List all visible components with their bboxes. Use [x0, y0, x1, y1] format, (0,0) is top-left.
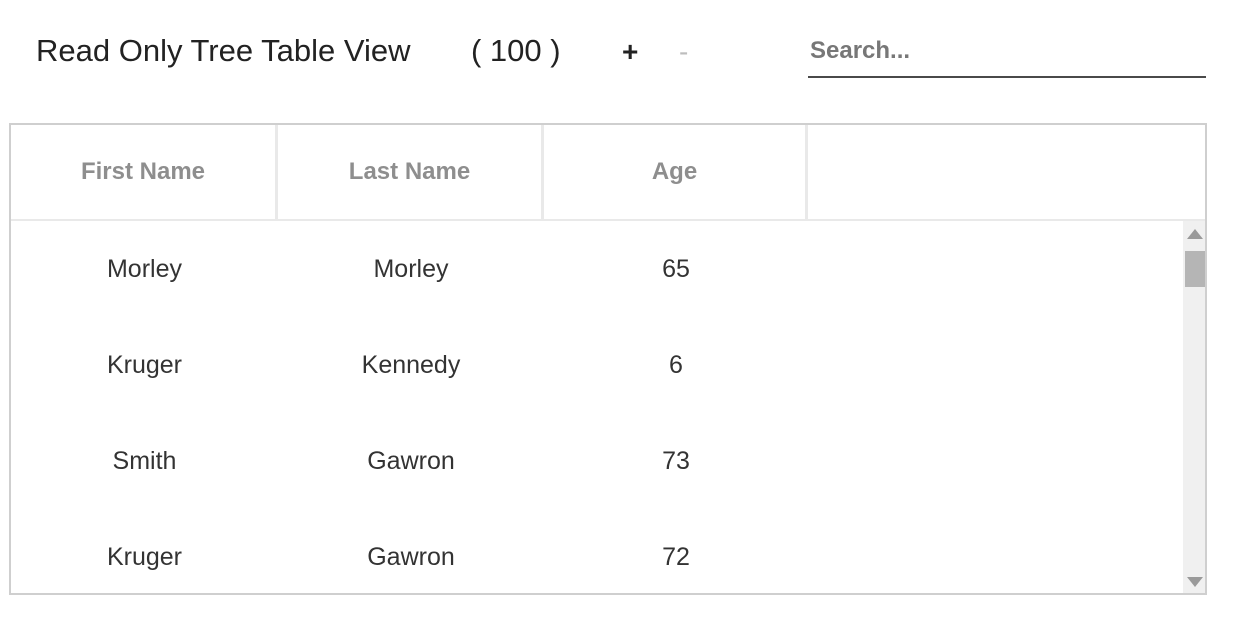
first-name-cell: Kruger [106, 350, 183, 379]
last-name-cell: Gawron [367, 542, 455, 571]
scroll-up-arrow-icon[interactable] [1187, 229, 1203, 239]
item-count: ( 100 ) [471, 33, 561, 68]
table-header: First Name Last Name Age [11, 125, 1205, 221]
table-row[interactable]: Morley Morley 65 [11, 221, 1183, 317]
column-header-last-name[interactable]: Last Name [278, 125, 544, 219]
age-cell: 65 [662, 254, 690, 283]
table-row[interactable]: Smith Gawron 73 [11, 413, 1183, 509]
add-button[interactable]: + [622, 36, 638, 68]
last-name-cell: Morley [373, 254, 449, 283]
remove-button[interactable]: - [679, 36, 688, 68]
column-header-first-name[interactable]: First Name [11, 125, 278, 219]
toolbar: Read Only Tree Table View ( 100 ) + - [0, 0, 1240, 110]
age-cell: 6 [669, 350, 683, 379]
first-name-cell: Morley [106, 254, 182, 283]
tree-table: First Name Last Name Age Morley Morley 6… [9, 123, 1207, 595]
search-input[interactable] [808, 32, 1206, 78]
scroll-down-arrow-icon[interactable] [1187, 577, 1203, 587]
last-name-cell: Kennedy [361, 350, 461, 379]
table-body: Morley Morley 65 Kruger Kennedy 6 Smith … [11, 221, 1183, 593]
column-header-empty[interactable] [808, 125, 1205, 219]
age-cell: 72 [662, 542, 690, 571]
first-name-cell: Smith [112, 446, 177, 475]
table-row[interactable]: Kruger Gawron 72 [11, 509, 1183, 593]
scrollbar-thumb[interactable] [1185, 251, 1205, 287]
page-title: Read Only Tree Table View [36, 33, 411, 68]
table-row[interactable]: Kruger Kennedy 6 [11, 317, 1183, 413]
age-cell: 73 [662, 446, 690, 475]
vertical-scrollbar[interactable] [1183, 221, 1205, 593]
column-header-age[interactable]: Age [544, 125, 808, 219]
first-name-cell: Kruger [106, 542, 183, 571]
last-name-cell: Gawron [367, 446, 455, 475]
